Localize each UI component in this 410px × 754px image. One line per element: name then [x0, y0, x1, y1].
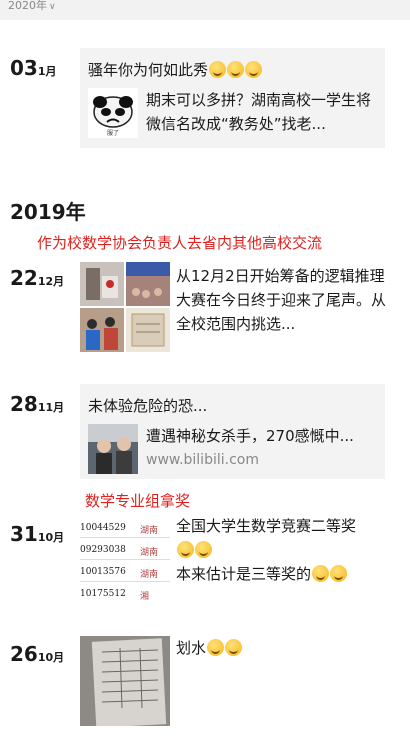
photo-grid[interactable] — [80, 262, 170, 352]
share-card[interactable]: 未体验危险的恐... 遭遇神秘女杀手，270感慨中... www.bilibil… — [80, 384, 385, 479]
annotation-award: 数学专业组拿奖 — [85, 492, 191, 510]
moment-entry-0301: 031月 骚年你为何如此秀 服了 期末可以多拼？湖南高校一学生将微信名改成“教务… — [0, 48, 410, 148]
chevron-down-icon: ∨ — [49, 2, 56, 12]
share-card[interactable]: 骚年你为何如此秀 服了 期末可以多拼？湖南高校一学生将微信名改成“教务处”找老.… — [80, 48, 385, 148]
emoji-icon — [245, 61, 263, 78]
shared-video-source: www.bilibili.com — [146, 452, 259, 468]
moment-text: 骚年你为何如此秀 — [88, 60, 263, 80]
emoji-icon — [177, 541, 194, 558]
entry-date: 3110月 — [10, 522, 65, 546]
moment-entry-2212: 2212月 从12月2日开始筹备的逻辑推理大赛在今日终于迎来了尾声。从全校范围内… — [0, 262, 410, 354]
entry-date: 2212月 — [10, 266, 65, 290]
shared-article-title: 期末可以多拼？湖南高校一学生将微信名改成“教务处”找老... — [146, 91, 372, 133]
moment-text: 全国大学生数学竞赛二等奖 本来估计是三等奖的 — [176, 517, 357, 583]
award-row: 09293038 湖南 — [80, 540, 170, 560]
emoji-icon — [209, 61, 227, 78]
moment-entry-2610: 2610月 划水 — [0, 636, 410, 728]
video-thumbnail — [88, 424, 138, 474]
emoji-icon — [207, 639, 225, 656]
moment-text: 未体验危险的恐... — [88, 397, 208, 415]
year-filter-bar[interactable]: 2020年 ∨ — [0, 0, 410, 20]
emoji-icon — [330, 565, 348, 582]
award-list-image[interactable]: 10044529 湖南 09293038 湖南 10013576 湖南 1017… — [80, 516, 170, 604]
moment-text: 从12月2日开始筹备的逻辑推理大赛在今日终于迎来了尾声。从全校范围内挑选... — [176, 267, 387, 333]
shared-article[interactable]: 服了 期末可以多拼？湖南高校一学生将微信名改成“教务处”找老... — [88, 88, 378, 140]
entry-date: 031月 — [10, 56, 57, 80]
emoji-icon — [195, 541, 212, 558]
entry-date: 2610月 — [10, 642, 65, 666]
entry-date: 2811月 — [10, 392, 65, 416]
year-heading-2019: 2019年 — [10, 200, 86, 224]
emoji-icon — [227, 61, 245, 78]
document-photo[interactable] — [80, 636, 170, 726]
moment-entry-3110: 3110月 10044529 湖南 09293038 湖南 10013576 湖… — [0, 514, 410, 606]
shared-video-title: 遭遇神秘女杀手，270感慨中... www.bilibili.com — [146, 424, 376, 472]
shared-video[interactable]: 遭遇神秘女杀手，270感慨中... www.bilibili.com — [88, 424, 378, 474]
svg-text:服了: 服了 — [107, 130, 119, 137]
emoji-icon — [225, 639, 243, 656]
emoji-icon — [312, 565, 330, 582]
award-row: 10175512 湘 — [80, 589, 150, 602]
panda-thumbnail: 服了 — [88, 88, 138, 138]
award-row: 10044529 湖南 — [80, 518, 170, 538]
annotation-exchange: 作为校数学协会负责人去省内其他高校交流 — [37, 234, 323, 252]
award-row: 10013576 湖南 — [80, 562, 170, 582]
moment-entry-2811: 2811月 未体验危险的恐... 遭遇神秘女杀手，270感慨中... www.b… — [0, 384, 410, 479]
moment-text: 划水 — [176, 636, 386, 660]
year-filter-label[interactable]: 2020年 ∨ — [8, 0, 56, 13]
